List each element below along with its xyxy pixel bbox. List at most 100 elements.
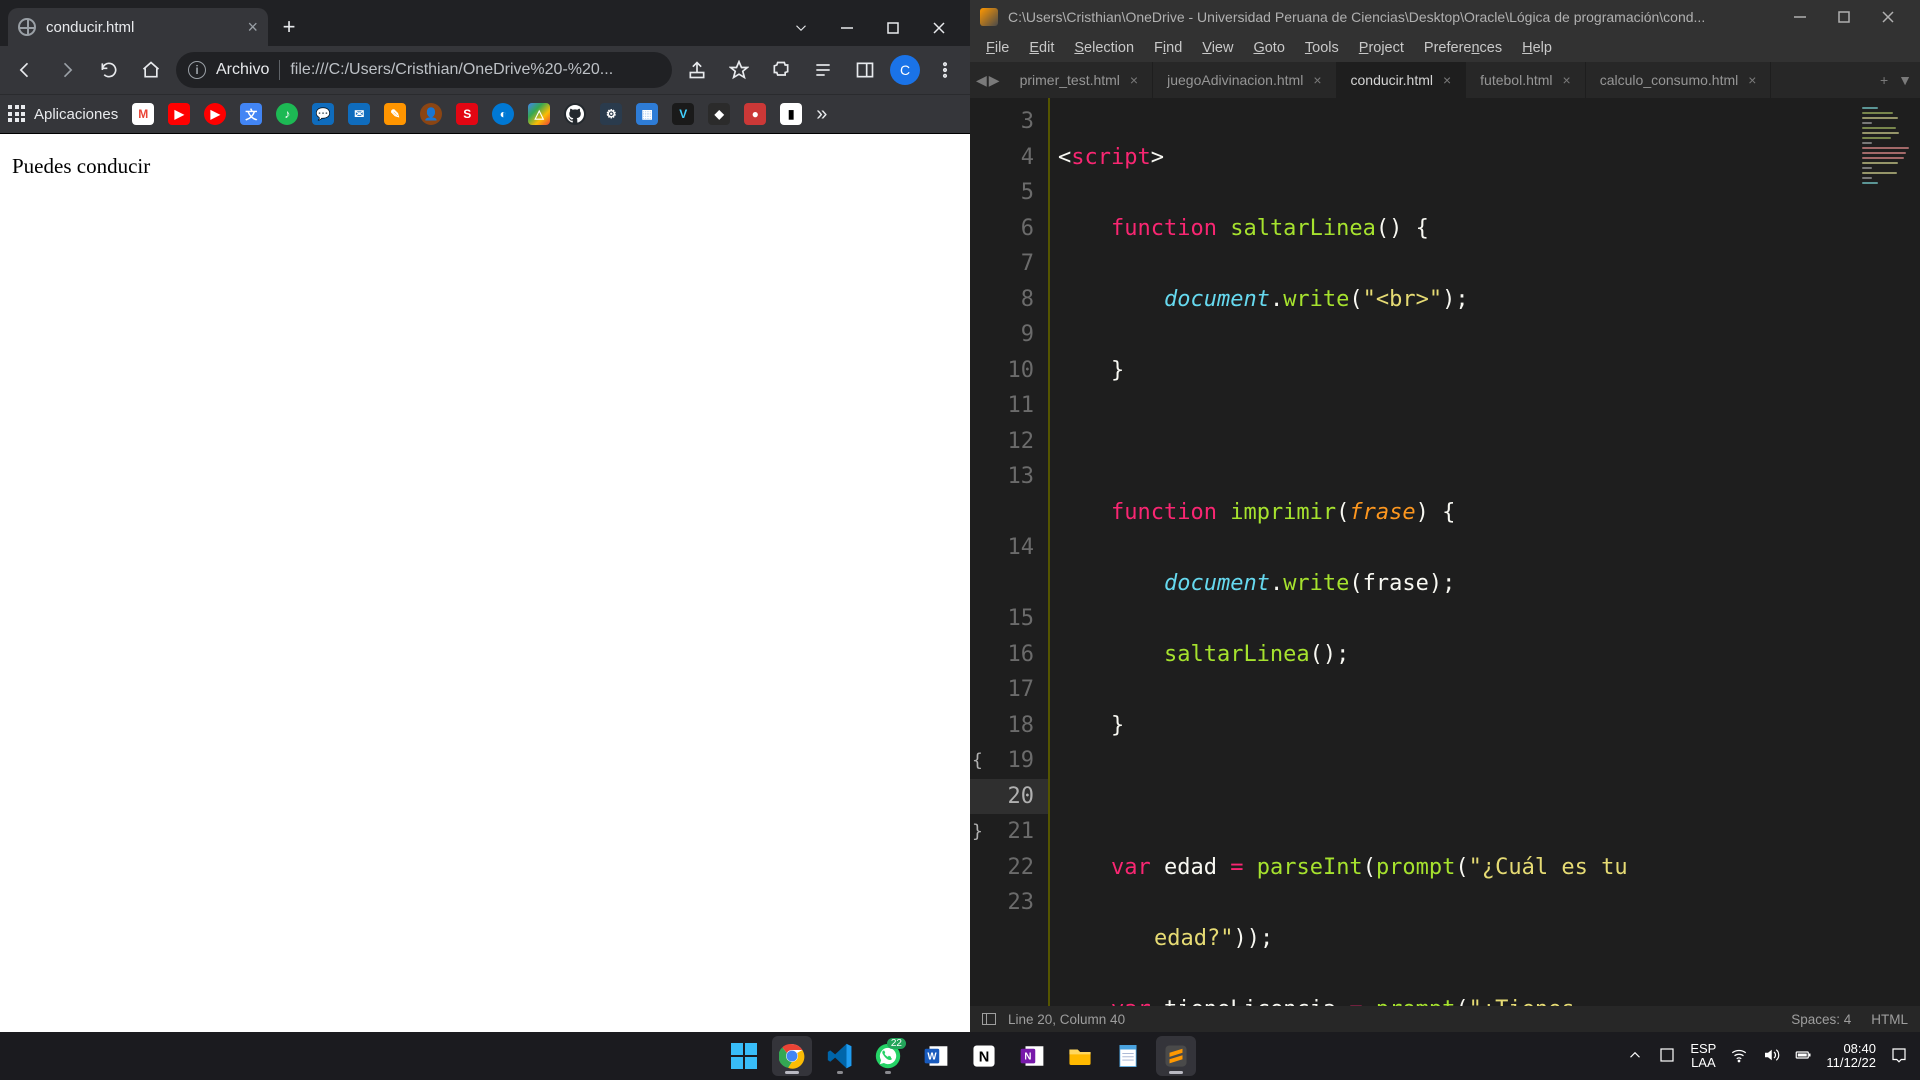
- notifications-icon[interactable]: [1890, 1046, 1908, 1067]
- tray-overflow-icon[interactable]: [1626, 1046, 1644, 1067]
- bookmark-icon-10[interactable]: S: [456, 103, 478, 125]
- file-tab[interactable]: conducir.html×: [1337, 62, 1467, 98]
- minimize-button[interactable]: [824, 10, 870, 46]
- taskbar-chrome[interactable]: [772, 1036, 812, 1076]
- close-icon[interactable]: ×: [247, 17, 258, 38]
- windows-taskbar: 22 W N N ESP LAA 08:40 11/12/22: [0, 1032, 1920, 1080]
- close-icon[interactable]: ×: [1313, 72, 1321, 88]
- site-info-icon[interactable]: i: [188, 61, 206, 79]
- maximize-button[interactable]: [870, 10, 916, 46]
- file-tab[interactable]: juegoAdivinacion.html×: [1153, 62, 1336, 98]
- page-content: Puedes conducir: [0, 134, 970, 1032]
- tab-back-icon[interactable]: ◀: [976, 72, 987, 89]
- minimize-button[interactable]: [1778, 3, 1822, 31]
- taskbar-vscode[interactable]: [820, 1036, 860, 1076]
- side-panel-button[interactable]: [848, 53, 882, 87]
- bookmark-icon-14[interactable]: ⚙: [600, 103, 622, 125]
- taskbar-sublime[interactable]: [1156, 1036, 1196, 1076]
- vite-bookmark-icon[interactable]: V: [672, 103, 694, 125]
- new-tab-icon[interactable]: +: [1880, 72, 1888, 88]
- close-button[interactable]: [916, 10, 962, 46]
- file-tab[interactable]: futebol.html×: [1466, 62, 1586, 98]
- youtube-bookmark-icon[interactable]: ▶: [168, 103, 190, 125]
- taskbar-explorer[interactable]: [1060, 1036, 1100, 1076]
- extensions-button[interactable]: [764, 53, 798, 87]
- status-cursor[interactable]: Line 20, Column 40: [1008, 1012, 1125, 1027]
- apps-shortcut[interactable]: Aplicaciones: [8, 105, 118, 123]
- spotify-bookmark-icon[interactable]: ♪: [276, 103, 298, 125]
- github-bookmark-icon[interactable]: [564, 103, 586, 125]
- status-indent[interactable]: Spaces: 4: [1791, 1012, 1851, 1027]
- volume-icon[interactable]: [1762, 1046, 1780, 1067]
- taskbar-onenote[interactable]: N: [1012, 1036, 1052, 1076]
- bookmark-icon-15[interactable]: ▦: [636, 103, 658, 125]
- chrome-toolbar: i Archivo file:///C:/Users/Cristhian/One…: [0, 46, 970, 94]
- menu-help[interactable]: Help: [1514, 37, 1560, 59]
- profile-avatar[interactable]: C: [890, 55, 920, 85]
- bookmark-icon-8[interactable]: ✎: [384, 103, 406, 125]
- globe-icon: [18, 18, 36, 36]
- tab-dropdown-icon[interactable]: ▼: [1898, 72, 1912, 88]
- close-icon[interactable]: ×: [1443, 72, 1451, 88]
- bookmark-icon-19[interactable]: ▮: [780, 103, 802, 125]
- new-tab-button[interactable]: +: [274, 12, 304, 42]
- bookmark-star-button[interactable]: [722, 53, 756, 87]
- ytmusic-bookmark-icon[interactable]: ▶: [204, 103, 226, 125]
- maximize-button[interactable]: [1822, 3, 1866, 31]
- taskbar-notepad[interactable]: [1108, 1036, 1148, 1076]
- taskbar-whatsapp[interactable]: 22: [868, 1036, 908, 1076]
- chrome-tabstrip: conducir.html × +: [0, 0, 970, 46]
- drive-bookmark-icon[interactable]: △: [528, 103, 550, 125]
- reload-button[interactable]: [92, 53, 126, 87]
- address-bar[interactable]: i Archivo file:///C:/Users/Cristhian/One…: [176, 52, 672, 88]
- menu-find[interactable]: Find: [1146, 37, 1190, 59]
- menu-view[interactable]: View: [1194, 37, 1241, 59]
- chrome-tab[interactable]: conducir.html ×: [8, 8, 268, 46]
- file-tab[interactable]: primer_test.html×: [1006, 62, 1154, 98]
- menu-project[interactable]: Project: [1351, 37, 1412, 59]
- menu-selection[interactable]: Selection: [1066, 37, 1142, 59]
- outlook-bookmark-icon[interactable]: ✉: [348, 103, 370, 125]
- panel-switch-icon[interactable]: [982, 1013, 996, 1025]
- taskbar-word[interactable]: W: [916, 1036, 956, 1076]
- home-button[interactable]: [134, 53, 168, 87]
- clock[interactable]: 08:40 11/12/22: [1826, 1042, 1876, 1069]
- start-button[interactable]: [724, 1036, 764, 1076]
- bookmark-icon-11[interactable]: ◐: [492, 103, 514, 125]
- translate-bookmark-icon[interactable]: 文: [240, 103, 262, 125]
- close-icon[interactable]: ×: [1748, 72, 1756, 88]
- gmail-bookmark-icon[interactable]: M: [132, 103, 154, 125]
- menu-goto[interactable]: Goto: [1245, 37, 1292, 59]
- battery-icon[interactable]: [1794, 1046, 1812, 1067]
- menu-file[interactable]: File: [978, 37, 1017, 59]
- sublime-window: C:\Users\Cristhian\OneDrive - Universida…: [970, 0, 1920, 1032]
- code-editor[interactable]: <script> function saltarLinea() { docume…: [1048, 98, 1920, 1006]
- bookmark-icon-9[interactable]: 👤: [420, 103, 442, 125]
- forward-button[interactable]: [50, 53, 84, 87]
- file-tab[interactable]: calculo_consumo.html×: [1586, 62, 1772, 98]
- back-button[interactable]: [8, 53, 42, 87]
- bookmark-icon-17[interactable]: ◆: [708, 103, 730, 125]
- share-button[interactable]: [680, 53, 714, 87]
- sublime-window-controls: [1778, 3, 1910, 31]
- taskbar-notion[interactable]: N: [964, 1036, 1004, 1076]
- close-icon[interactable]: ×: [1130, 72, 1138, 88]
- wifi-icon[interactable]: [1730, 1046, 1748, 1067]
- tab-search-button[interactable]: [778, 10, 824, 46]
- chrome-menu-button[interactable]: [928, 53, 962, 87]
- close-button[interactable]: [1866, 3, 1910, 31]
- menu-edit[interactable]: Edit: [1021, 37, 1062, 59]
- menu-preferences[interactable]: Preferences: [1416, 37, 1510, 59]
- reading-list-button[interactable]: [806, 53, 840, 87]
- bookmark-icon-18[interactable]: ●: [744, 103, 766, 125]
- tab-controls: + ▼: [1872, 62, 1920, 98]
- yammer-bookmark-icon[interactable]: 💬: [312, 103, 334, 125]
- tab-history-nav: ◀ ▶: [970, 62, 1006, 98]
- status-syntax[interactable]: HTML: [1871, 1012, 1908, 1027]
- tab-forward-icon[interactable]: ▶: [989, 72, 1000, 89]
- tray-app-icon[interactable]: [1658, 1046, 1676, 1067]
- bookmarks-overflow[interactable]: »: [816, 103, 827, 126]
- close-icon[interactable]: ×: [1563, 72, 1571, 88]
- menu-tools[interactable]: Tools: [1297, 37, 1347, 59]
- language-indicator[interactable]: ESP LAA: [1690, 1042, 1716, 1069]
